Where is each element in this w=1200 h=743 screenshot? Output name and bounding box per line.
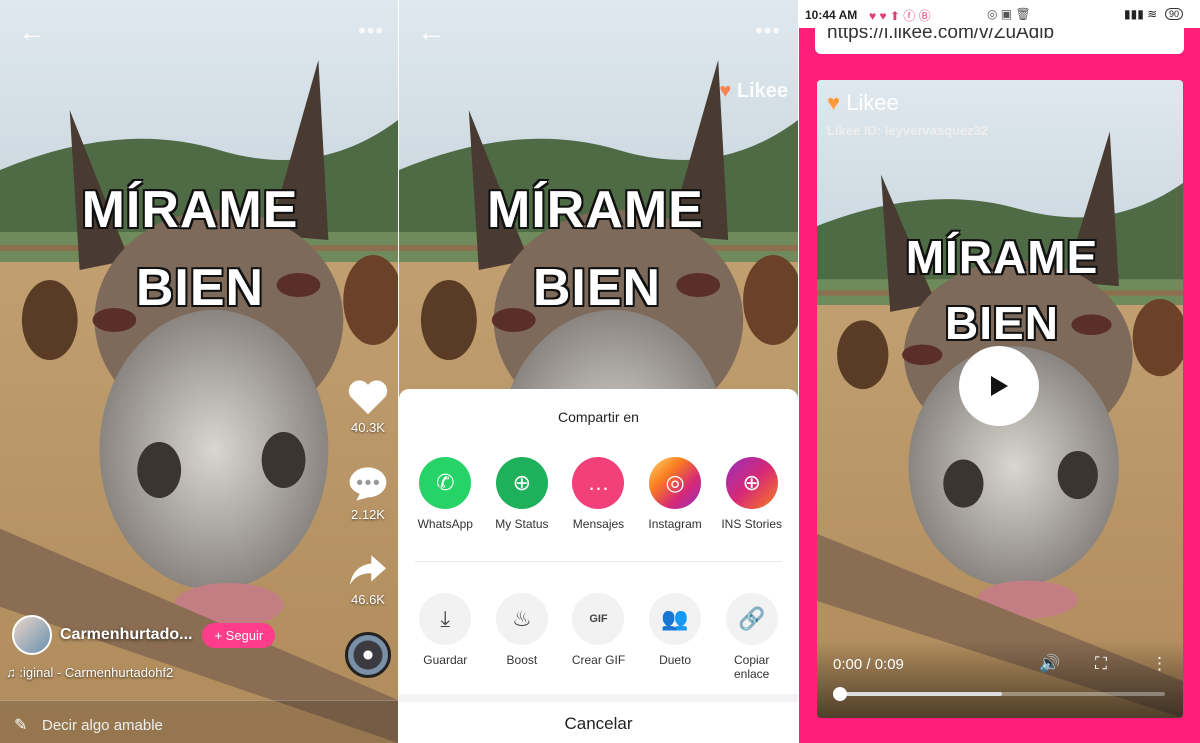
meme-line-1: MÍRAME	[486, 180, 704, 240]
action-label: Copiar enlace	[733, 653, 770, 681]
heart-icon	[348, 380, 388, 415]
back-arrow-icon[interactable]: ←	[18, 18, 46, 46]
share-label: Mensajes	[572, 517, 625, 531]
share-label: My Status	[495, 517, 549, 531]
meme-line-2: BIEN	[944, 296, 1059, 350]
action-label: Dueto	[659, 653, 692, 667]
status-time: 10:44 AM	[805, 8, 858, 22]
browser-video-panel: 10:44 AM ♥ ♥ ⬆ ⓕ Ⓑ ◎ ▣ 🗑 ▮▮▮ ≋ 90 https:…	[799, 0, 1200, 743]
like-button[interactable]: 40.3K	[338, 378, 398, 435]
share-ins-stories[interactable]: ⊕ INS Stories	[714, 457, 790, 531]
comment-placeholder[interactable]: Decir algo amable	[42, 717, 163, 734]
url-text: https://l.likee.com/v/ZuAdib	[827, 28, 1055, 43]
instagram-icon: ◎	[649, 457, 702, 509]
watermark-text: Likee	[736, 80, 788, 102]
likee-logo: ♥ Likee	[827, 90, 899, 116]
share-whatsapp[interactable]: ✆ WhatsApp	[407, 457, 483, 531]
progress-knob[interactable]	[833, 687, 847, 701]
create-gif-button[interactable]: GIF Crear GIF	[560, 593, 636, 681]
pencil-icon: ✎	[14, 717, 28, 734]
duet-button[interactable]: 👥 Dueto	[637, 593, 713, 681]
share-button[interactable]: 46.6K	[338, 552, 398, 607]
meme-line-2: BIEN	[532, 258, 662, 318]
volume-icon[interactable]: 🔊	[1039, 654, 1060, 674]
share-sheet-panel: ← ••• ♥ Likee MÍRAME BIEN Compartir en ✆…	[399, 0, 798, 743]
comment-icon	[349, 467, 387, 501]
likee-heart-icon: ♥	[827, 90, 841, 115]
username[interactable]: Carmenhurtado...	[60, 626, 192, 644]
share-arrow-icon	[350, 555, 386, 585]
duet-icon: 👥	[649, 593, 702, 645]
share-count: 46.6K	[351, 592, 385, 607]
status-bar: 10:44 AM ♥ ♥ ⬆ ⓕ Ⓑ ◎ ▣ 🗑 ▮▮▮ ≋ 90	[799, 0, 1200, 28]
video-time: 0:00 / 0:09	[833, 656, 904, 673]
battery-icon: 90	[1165, 8, 1184, 20]
link-icon: 🔗	[725, 593, 778, 645]
notification-icons: ♥ ♥ ⬆ ⓕ Ⓑ	[869, 9, 931, 23]
cancel-button[interactable]: Cancelar	[399, 694, 798, 743]
share-instagram[interactable]: ◎ Instagram	[637, 457, 713, 531]
video-player[interactable]: ♥ Likee Likee ID: leyvervasquez32 MÍRAME…	[817, 80, 1183, 718]
flame-icon: ♨	[495, 593, 548, 645]
meme-line-1: MÍRAME	[905, 230, 1099, 284]
logo-text: Likee	[846, 90, 899, 115]
meme-line-2: BIEN	[135, 258, 265, 318]
video-feed-panel: ← ••• MÍRAME BIEN 40.3K 2.12K 46.6K Carm…	[0, 0, 398, 743]
whatsapp-icon: ✆	[419, 457, 472, 509]
share-sheet: Compartir en ✆ WhatsApp ⊕ My Status … Me…	[399, 389, 798, 743]
fullscreen-icon[interactable]: ⛶	[1095, 654, 1107, 674]
music-disc-icon[interactable]	[345, 632, 391, 678]
comment-count: 2.12K	[351, 507, 385, 522]
follow-button[interactable]: + Seguir	[202, 622, 276, 648]
url-bar[interactable]: https://l.likee.com/v/ZuAdib	[815, 28, 1184, 54]
app-icons: ◎ ▣ 🗑	[987, 7, 1031, 21]
boost-button[interactable]: ♨ Boost	[484, 593, 560, 681]
progress-bar[interactable]	[833, 687, 1165, 701]
progress-fill	[839, 692, 1002, 696]
action-label: Boost	[506, 653, 538, 667]
likee-watermark: ♥ Likee	[719, 80, 788, 103]
meme-line-1: MÍRAME	[81, 180, 299, 240]
video-controls: 0:00 / 0:09 🔊 ⛶ ⋮	[817, 640, 1183, 718]
save-button[interactable]: ⤓ Guardar	[407, 593, 483, 681]
more-options-icon[interactable]: •••	[755, 18, 781, 44]
play-icon	[991, 376, 1008, 396]
download-icon: ⤓	[419, 593, 472, 645]
avatar[interactable]	[12, 615, 52, 655]
music-track[interactable]: ♫ :iginal - Carmenhurtadohf2	[6, 665, 173, 680]
play-button[interactable]	[959, 346, 1039, 426]
author-row: Carmenhurtado... + Seguir	[12, 615, 276, 655]
comment-input-bar[interactable]: ✎ Decir algo amable	[0, 700, 398, 743]
like-count: 40.3K	[351, 420, 385, 435]
share-targets-row: ✆ WhatsApp ⊕ My Status … Mensajes ◎ Inst…	[407, 457, 790, 531]
actions-row: ⤓ Guardar ♨ Boost GIF Crear GIF 👥 Dueto …	[407, 593, 790, 681]
likee-id: Likee ID: leyvervasquez32	[827, 123, 989, 138]
divider	[415, 561, 782, 562]
messages-icon: …	[572, 457, 625, 509]
likee-heart-icon: ♥	[719, 80, 732, 102]
more-options-icon[interactable]: •••	[358, 18, 384, 44]
signal-wifi-icon: ▮▮▮ ≋	[1124, 7, 1158, 21]
action-label: Crear GIF	[571, 653, 626, 667]
share-label: Instagram	[648, 517, 702, 531]
copy-link-button[interactable]: 🔗 Copiar enlace	[714, 593, 790, 681]
share-label: WhatsApp	[417, 517, 473, 531]
action-label: Guardar	[423, 653, 468, 667]
status-icon: ⊕	[495, 457, 548, 509]
share-mensajes[interactable]: … Mensajes	[560, 457, 636, 531]
share-my-status[interactable]: ⊕ My Status	[484, 457, 560, 531]
ins-stories-icon: ⊕	[725, 457, 778, 509]
share-label: INS Stories	[721, 517, 783, 531]
share-sheet-title: Compartir en	[558, 409, 639, 425]
comment-button[interactable]: 2.12K	[338, 465, 398, 522]
gif-icon: GIF	[572, 593, 625, 645]
more-vertical-icon[interactable]: ⋮	[1151, 654, 1168, 674]
back-arrow-icon[interactable]: ←	[417, 18, 445, 46]
